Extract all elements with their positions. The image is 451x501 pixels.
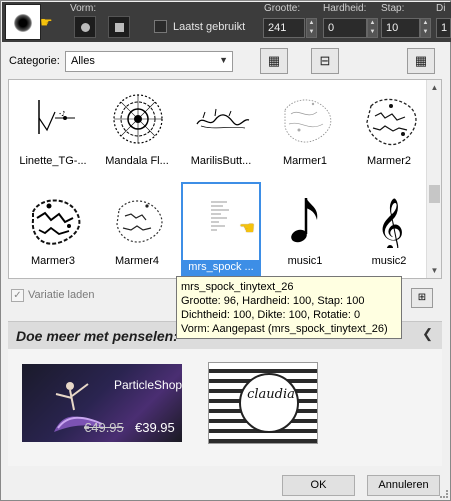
tooltip-line: Vorm: Aangepast (mrs_spock_tinytext_26) (181, 323, 388, 335)
chevron-down-icon[interactable]: ❮ (422, 326, 433, 342)
tooltip-line: mrs_spock_tinytext_26 (181, 281, 294, 293)
size-label: Grootte: (264, 3, 301, 14)
ok-button[interactable]: OK (282, 475, 355, 496)
brush-item-marmer1[interactable]: Marmer1 (263, 82, 347, 176)
category-selected-value: Alles (71, 55, 95, 67)
brush-label: music1 (287, 255, 323, 267)
variation-settings-icon: ⊞ (417, 292, 427, 303)
brush-export-button[interactable]: ⊟ (311, 48, 339, 74)
particleshop-name: ParticleShop (114, 378, 182, 392)
brush-item-marmer4[interactable]: Marmer4 (95, 182, 179, 276)
size-spin-button[interactable]: ▲ ▼ (306, 18, 317, 38)
step-field[interactable]: 10 (381, 18, 420, 38)
scroll-up-icon[interactable]: ▲ (427, 80, 441, 95)
hardness-spin-button[interactable]: ▲ ▼ (367, 18, 378, 38)
brush-grid-panel: ꞏ♪ Linette_TG-... Mandala Fl... MarilisB… (8, 79, 442, 279)
claudia-logo: claudia (239, 373, 299, 433)
brush-marmer2-icon (366, 98, 417, 146)
brush-label: MarilisButt... (190, 155, 252, 167)
brush-item-marilis[interactable]: MarilisButt... (179, 82, 263, 176)
brush-label: music2 (371, 255, 407, 267)
brush-tooltip: mrs_spock_tinytext_26 Grootte: 96, Hardh… (176, 276, 402, 339)
category-label: Categorie: (9, 55, 60, 67)
particleshop-old-price: €49.95 (84, 420, 124, 435)
hardness-field[interactable]: 0 (323, 18, 367, 38)
recent-used-checkbox[interactable] (154, 20, 167, 33)
treble-clef-icon: 𝄞 (377, 197, 404, 248)
variation-settings-button[interactable]: ⊞ (411, 288, 433, 308)
particleshop-promo[interactable]: ParticleShop €49.95 €39.95 (22, 364, 182, 442)
brush-label: Marmer2 (366, 155, 411, 167)
brush-mandala-icon (113, 94, 163, 144)
tooltip-line: Dichtheid: 100, Dikte: 100, Rotatie: 0 (181, 309, 361, 321)
brush-preview[interactable] (5, 4, 41, 40)
shape-square-button[interactable] (108, 16, 130, 38)
brush-toolbar: ☛ Vorm: Laatst gebruikt Grootte: 241 ▲ ▼ … (2, 2, 451, 42)
brush-manager-button[interactable]: ▦ (407, 48, 435, 74)
recent-used-label: Laatst gebruikt (173, 21, 246, 33)
category-select[interactable]: Alles ▼ (65, 51, 233, 72)
more-section-title: Doe meer met penselen: (16, 328, 178, 344)
brush-label: Mandala Fl... (105, 155, 169, 167)
pointing-hand-icon: ☛ (40, 14, 53, 30)
list-grid-icon: ▦ (267, 53, 281, 68)
scroll-down-icon[interactable]: ▼ (427, 263, 441, 278)
brush-label: Marmer1 (282, 155, 327, 167)
grid-scrollbar[interactable]: ▲ ▼ (426, 80, 441, 278)
size-field[interactable]: 241 (263, 18, 305, 38)
particleshop-new-price: €39.95 (135, 420, 175, 435)
more-section-content: ParticleShop €49.95 €39.95 claudia (8, 349, 442, 466)
density-label: Di (436, 3, 446, 14)
shape-round-button[interactable] (74, 16, 96, 38)
brush-item-music1[interactable]: music1 (263, 182, 347, 276)
scroll-thumb[interactable] (429, 185, 440, 203)
brush-item-marmer3[interactable]: Marmer3 (11, 182, 95, 276)
resize-grip-icon[interactable] (440, 490, 448, 498)
manager-grid-icon: ▦ (414, 53, 428, 68)
brush-label: Marmer3 (30, 255, 75, 267)
variation-checkbox[interactable]: ✓ (11, 289, 24, 302)
eighth-note-icon (291, 198, 318, 243)
brush-item-mrs-spock[interactable]: mrs_spock ... ☚ (179, 182, 263, 276)
cancel-button[interactable]: Annuleren (367, 475, 440, 496)
brush-linette-icon: ꞏ♪ (38, 100, 75, 134)
chevron-down-icon: ▼ (219, 55, 228, 65)
brush-marilis-icon (196, 108, 250, 129)
brush-preview-blot (14, 14, 32, 32)
brush-item-linette[interactable]: ꞏ♪ Linette_TG-... (11, 82, 95, 176)
brush-item-mandala[interactable]: Mandala Fl... (95, 82, 179, 176)
brush-marmer3-icon (31, 199, 81, 245)
brush-label: mrs_spock ... (183, 260, 259, 274)
step-spin-button[interactable]: ▲ ▼ (420, 18, 431, 38)
brush-list-button[interactable]: ▦ (260, 48, 288, 74)
density-field[interactable]: 1 (436, 18, 451, 38)
brush-dialog: ☛ Vorm: Laatst gebruikt Grootte: 241 ▲ ▼ … (0, 0, 451, 501)
brush-marmer4-icon (116, 200, 163, 243)
step-label: Stap: (381, 3, 405, 14)
brush-label: Marmer4 (114, 255, 159, 267)
claudia-logo-text: claudia (247, 387, 295, 402)
shape-label: Vorm: (70, 3, 97, 14)
pointing-hand-icon: ☚ (239, 218, 256, 238)
brush-label: Linette_TG-... (19, 155, 87, 167)
export-brush-icon: ⊟ (319, 53, 331, 68)
brush-item-marmer2[interactable]: Marmer2 (347, 82, 431, 176)
tooltip-line: Grootte: 96, Hardheid: 100, Stap: 100 (181, 295, 365, 307)
hardness-label: Hardheid: (323, 3, 367, 14)
brush-item-music2[interactable]: 𝄞 music2 (347, 182, 431, 276)
svg-text:𝄞: 𝄞 (377, 197, 404, 248)
brush-marmer1-icon (284, 99, 332, 143)
claudia-promo[interactable]: claudia (208, 362, 318, 444)
variation-label: Variatie laden (28, 289, 95, 301)
